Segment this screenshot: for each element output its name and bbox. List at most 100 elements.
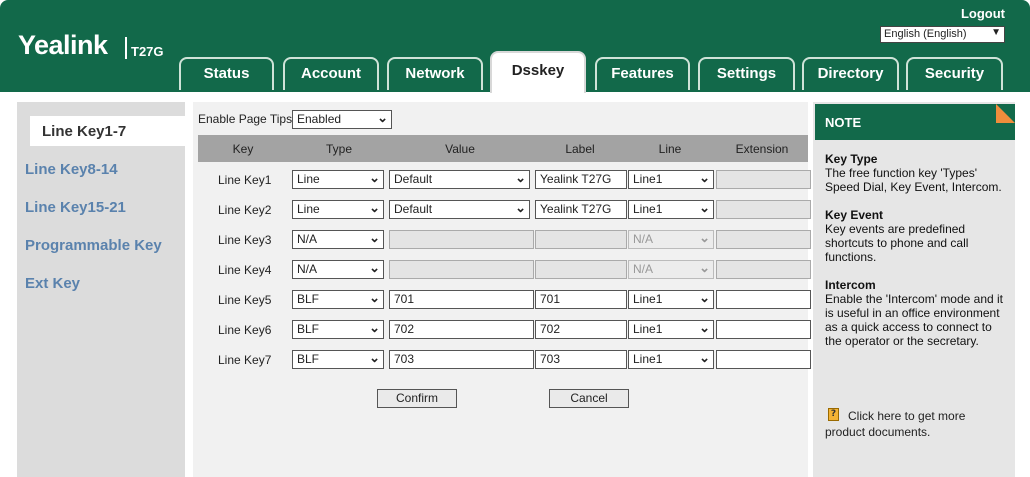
chevron-down-icon: ⌄ (369, 230, 380, 245)
page-tips-label: Enable Page Tips (198, 112, 293, 126)
type-select-6[interactable]: BLF ⌄ (292, 320, 384, 339)
value-1: Default (394, 172, 433, 186)
label-input-3 (535, 230, 627, 249)
label-input-5[interactable]: 701 (535, 290, 627, 309)
chevron-down-icon: ⌄ (515, 200, 526, 215)
type-select-2[interactable]: Line ⌄ (292, 200, 384, 219)
value-input-3 (389, 230, 534, 249)
tab-status[interactable]: Status (179, 57, 274, 90)
chevron-down-icon: ⌄ (369, 320, 380, 335)
sidebar-item-programmable-key[interactable]: Programmable Key (25, 237, 162, 254)
sidebar-item-line-key-15-21[interactable]: Line Key15-21 (25, 199, 126, 216)
type-value-1: Line (297, 172, 320, 186)
tab-directory[interactable]: Directory (802, 57, 899, 90)
label-input-6[interactable]: 702 (535, 320, 627, 339)
value-input-7[interactable]: 703 (389, 350, 534, 369)
line-value-7: Line1 (633, 352, 663, 366)
chevron-down-icon: ▼ (991, 27, 1001, 38)
tab-account[interactable]: Account (283, 57, 379, 90)
label-input-7[interactable]: 703 (535, 350, 627, 369)
extension-input-7[interactable] (716, 350, 811, 369)
line-select-5[interactable]: Line1 ⌄ (628, 290, 714, 309)
tab-network[interactable]: Network (387, 57, 483, 90)
type-select-4[interactable]: N/A ⌄ (292, 260, 384, 279)
row-key-label-7: Line Key7 (218, 353, 272, 367)
chevron-down-icon: ⌄ (699, 200, 710, 215)
chevron-down-icon: ⌄ (377, 110, 388, 125)
column-header-key: Key (232, 142, 254, 156)
column-header-type: Type (325, 142, 352, 156)
page-tips-value: Enabled (297, 112, 342, 126)
brand-logo: Yealink (18, 30, 108, 60)
language-select[interactable]: English (English) ▼ (880, 26, 1005, 43)
note-text-key-type: The free function key 'Types' Speed Dial… (825, 166, 1002, 194)
type-value-5: BLF (297, 292, 320, 306)
value-2: Default (394, 202, 433, 216)
line-value-6: Line1 (633, 322, 663, 336)
line-select-4: N/A ⌄ (628, 260, 714, 279)
label-input-2[interactable]: Yealink T27G (535, 200, 627, 219)
line-select-2[interactable]: Line1 ⌄ (628, 200, 714, 219)
note-text-intercom: Enable the 'Intercom' mode and it is use… (825, 292, 1004, 348)
type-select-7[interactable]: BLF ⌄ (292, 350, 384, 369)
sidebar-item-ext-key[interactable]: Ext Key (25, 275, 80, 292)
type-value-6: BLF (297, 322, 320, 336)
note-heading-intercom: Intercom (825, 278, 876, 292)
chevron-down-icon: ⌄ (699, 320, 710, 335)
column-header-line: Line (658, 142, 682, 156)
chevron-down-icon: ⌄ (699, 230, 710, 245)
page-tips-select[interactable]: Enabled ⌄ (292, 110, 392, 129)
line-value-1: Line1 (633, 172, 663, 186)
row-key-label-5: Line Key5 (218, 293, 272, 307)
value-select-1[interactable]: Default ⌄ (389, 170, 530, 189)
tab-security[interactable]: Security (906, 57, 1003, 90)
line-value-5: Line1 (633, 292, 663, 306)
type-select-1[interactable]: Line ⌄ (292, 170, 384, 189)
row-key-label-2: Line Key2 (218, 203, 272, 217)
note-title: NOTE (825, 115, 862, 130)
chevron-down-icon: ⌄ (369, 170, 380, 185)
type-select-3[interactable]: N/A ⌄ (292, 230, 384, 249)
line-value-3: N/A (633, 232, 654, 246)
value-select-2[interactable]: Default ⌄ (389, 200, 530, 219)
type-value-2: Line (297, 202, 320, 216)
chevron-down-icon: ⌄ (515, 170, 526, 185)
line-value-2: Line1 (633, 202, 663, 216)
value-input-5[interactable]: 701 (389, 290, 534, 309)
row-key-label-3: Line Key3 (218, 233, 272, 247)
sidebar-item-line-key-1-7[interactable]: Line Key1-7 (42, 123, 126, 140)
column-header-value: Value (445, 142, 475, 156)
value-input-6[interactable]: 702 (389, 320, 534, 339)
line-select-6[interactable]: Line1 ⌄ (628, 320, 714, 339)
label-input-1[interactable]: Yealink T27G (535, 170, 627, 189)
type-select-5[interactable]: BLF ⌄ (292, 290, 384, 309)
tab-settings[interactable]: Settings (698, 57, 795, 90)
chevron-down-icon: ⌄ (699, 170, 710, 185)
column-header-label: Label (565, 142, 595, 156)
extension-input-6[interactable] (716, 320, 811, 339)
extension-input-4 (716, 260, 811, 279)
note-corner-fold (996, 104, 1015, 123)
documents-link[interactable]: Click here to get more product documents… (825, 408, 1005, 440)
tab-features[interactable]: Features (595, 57, 690, 90)
logo-divider (125, 37, 127, 59)
logout-link[interactable]: Logout (961, 6, 1005, 21)
tab-dsskey[interactable]: Dsskey (490, 51, 586, 93)
cancel-button[interactable]: Cancel (549, 389, 629, 408)
note-heading-key-type: Key Type (825, 152, 878, 166)
line-select-1[interactable]: Line1 ⌄ (628, 170, 714, 189)
value-input-4 (389, 260, 534, 279)
sidebar-item-line-key-8-14[interactable]: Line Key8-14 (25, 161, 118, 178)
document-icon: ? (828, 408, 839, 421)
chevron-down-icon: ⌄ (699, 350, 710, 365)
extension-input-3 (716, 230, 811, 249)
label-input-4 (535, 260, 627, 279)
type-value-3: N/A (297, 232, 318, 246)
chevron-down-icon: ⌄ (369, 290, 380, 305)
column-header-extension: Extension (735, 142, 789, 156)
extension-input-2 (716, 200, 811, 219)
confirm-button[interactable]: Confirm (377, 389, 457, 408)
extension-input-5[interactable] (716, 290, 811, 309)
type-value-7: BLF (297, 352, 320, 366)
line-select-7[interactable]: Line1 ⌄ (628, 350, 714, 369)
